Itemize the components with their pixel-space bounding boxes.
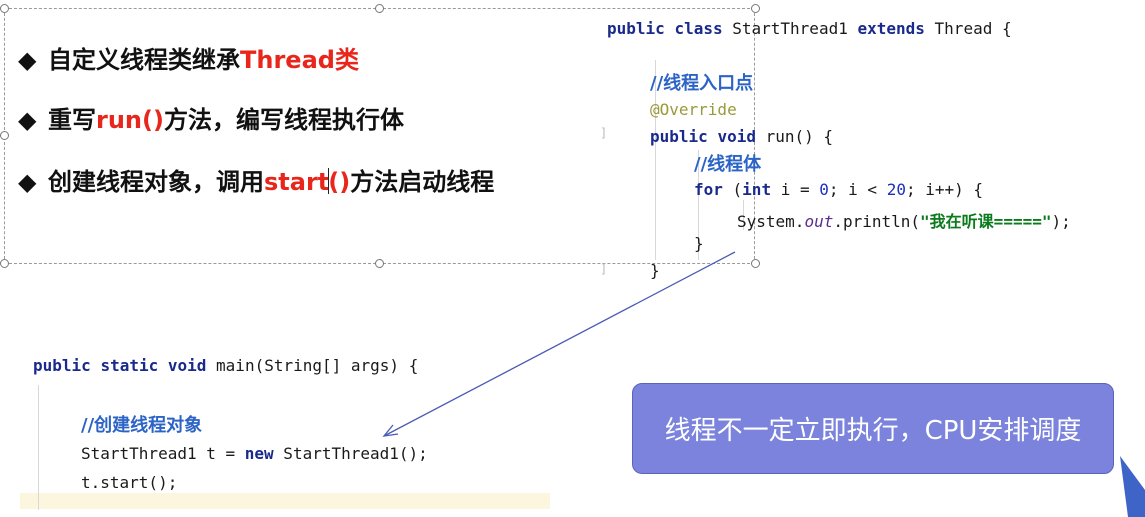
corner-shape-icon bbox=[1120, 456, 1145, 517]
callout-box[interactable]: 线程不一定立即执行，CPU安排调度 bbox=[632, 383, 1114, 474]
callout-text: 线程不一定立即执行，CPU安排调度 bbox=[664, 416, 1082, 446]
